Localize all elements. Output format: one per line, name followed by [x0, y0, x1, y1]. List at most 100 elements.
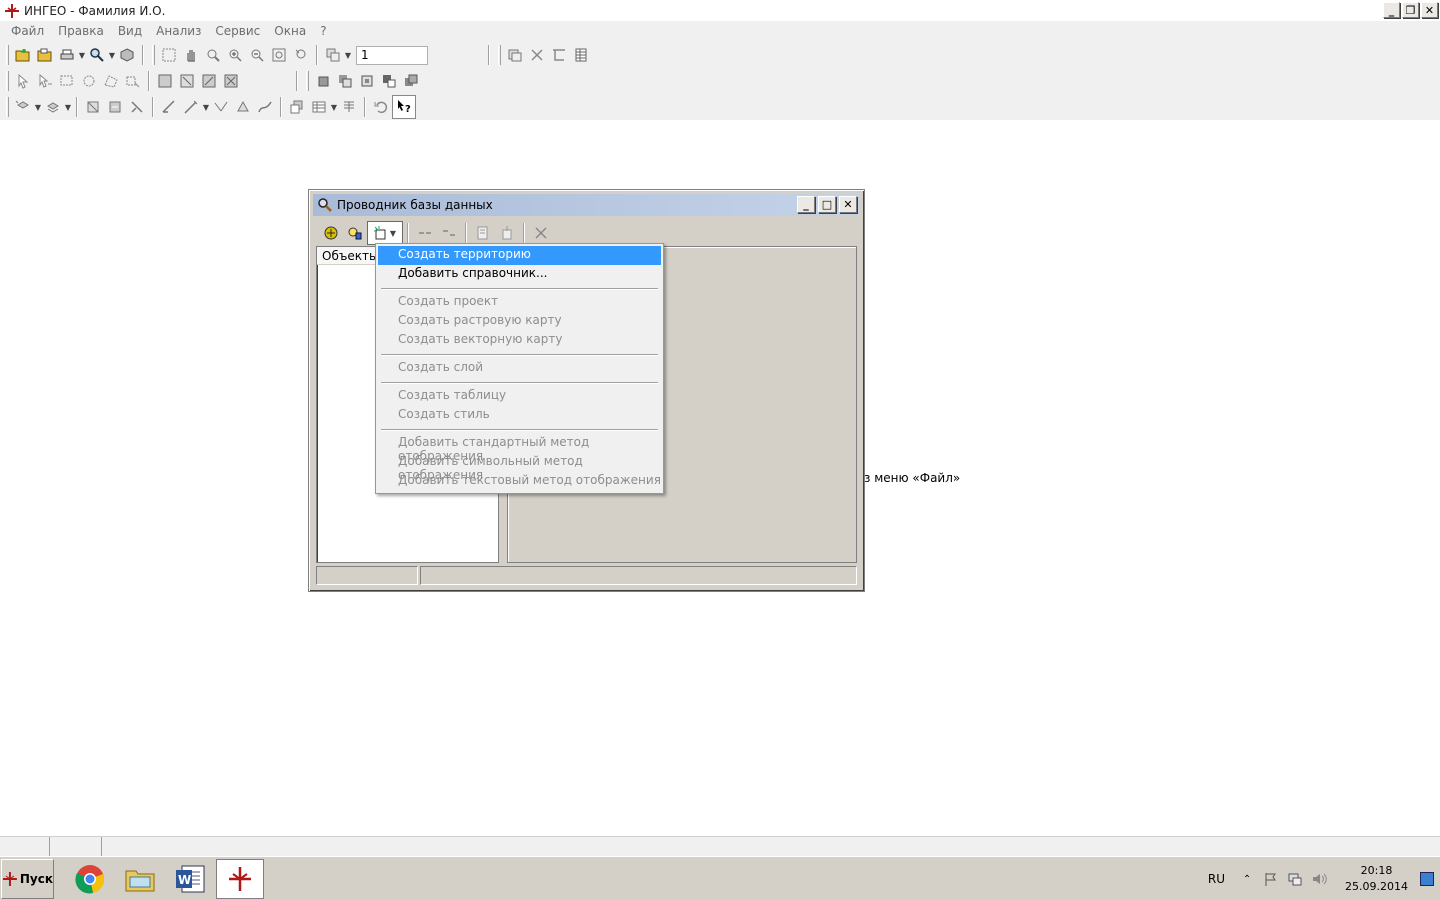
pointer-icon[interactable]	[12, 70, 34, 92]
show-desktop-button[interactable]	[1420, 872, 1434, 886]
clock[interactable]: 20:18 25.09.2014	[1345, 863, 1408, 895]
export-icon[interactable]	[495, 221, 519, 245]
taskbar-word[interactable]: W	[166, 859, 214, 899]
dialog-minimize-button[interactable]: _	[797, 196, 815, 213]
toolbar-grip[interactable]	[152, 45, 155, 65]
zoom-in-icon[interactable]	[224, 44, 246, 66]
dialog-title-bar[interactable]: Проводник базы данных _ □ ✕	[313, 194, 860, 216]
menu-analysis[interactable]: Анализ	[149, 24, 208, 38]
menu-item[interactable]: Добавить справочник...	[378, 265, 661, 284]
table-view-icon[interactable]	[308, 96, 330, 118]
print-icon[interactable]	[56, 44, 78, 66]
menu-help[interactable]: ?	[313, 24, 333, 38]
menu-service[interactable]: Сервис	[208, 24, 267, 38]
find-icon[interactable]	[86, 44, 108, 66]
pan-hand-icon[interactable]	[180, 44, 202, 66]
restore-button[interactable]: ❐	[1402, 2, 1419, 18]
select-all-icon[interactable]	[154, 70, 176, 92]
scale-icon[interactable]	[322, 44, 344, 66]
draw-line-icon[interactable]	[180, 96, 202, 118]
edit-points-icon[interactable]	[82, 96, 104, 118]
select-area-icon[interactable]	[158, 44, 180, 66]
clear-selection-icon[interactable]	[220, 70, 242, 92]
minimize-button[interactable]: _	[1383, 2, 1400, 18]
scale-input[interactable]: 1	[356, 45, 428, 65]
menu-windows[interactable]: Окна	[267, 24, 313, 38]
menu-item[interactable]: Создать территорию	[378, 246, 661, 265]
snap-icon[interactable]	[158, 96, 180, 118]
chevron-down-icon[interactable]: ▼	[330, 103, 338, 112]
new-object-icon[interactable]	[12, 96, 34, 118]
chevron-down-icon[interactable]: ▼	[344, 51, 352, 60]
show-hidden-icons-button[interactable]: ⌃	[1237, 869, 1257, 889]
zoom-previous-icon[interactable]	[290, 44, 312, 66]
dialog-maximize-button[interactable]: □	[818, 196, 836, 213]
flag-icon[interactable]	[1261, 869, 1281, 889]
delete-icon[interactable]	[529, 221, 553, 245]
menu-separator	[378, 425, 661, 434]
menu-view[interactable]: Вид	[111, 24, 149, 38]
start-button[interactable]: Пуск	[1, 858, 54, 899]
open-folder-icon[interactable]	[12, 44, 34, 66]
taskbar-explorer[interactable]	[116, 859, 164, 899]
measure-icon[interactable]	[210, 96, 232, 118]
taskbar-ingeo[interactable]	[216, 858, 264, 899]
circle-select-icon[interactable]	[78, 70, 100, 92]
arrange-icon[interactable]	[400, 70, 422, 92]
polygon-select-icon[interactable]	[100, 70, 122, 92]
remove-layer-icon[interactable]	[526, 44, 548, 66]
table-icon[interactable]	[570, 44, 592, 66]
route-icon[interactable]	[254, 96, 276, 118]
menu-file[interactable]: Файл	[4, 24, 51, 38]
split-icon[interactable]	[126, 96, 148, 118]
report-icon[interactable]	[338, 96, 360, 118]
rect-select-icon[interactable]	[56, 70, 78, 92]
send-back-icon[interactable]	[334, 70, 356, 92]
chevron-down-icon[interactable]: ▼	[64, 103, 72, 112]
connect-db-icon[interactable]	[319, 221, 343, 245]
dialog-close-button[interactable]: ✕	[839, 196, 857, 213]
properties-icon[interactable]	[471, 221, 495, 245]
open-db-icon[interactable]	[343, 221, 367, 245]
undo-icon[interactable]	[370, 96, 392, 118]
zoom-extents-icon[interactable]	[268, 44, 290, 66]
measure-area-icon[interactable]	[232, 96, 254, 118]
network-icon[interactable]	[1285, 869, 1305, 889]
new-object-2-icon[interactable]	[42, 96, 64, 118]
toolbar-grip[interactable]	[6, 97, 9, 117]
taskbar-chrome[interactable]	[66, 859, 114, 899]
language-indicator[interactable]: RU	[1208, 872, 1225, 886]
link-icon[interactable]	[413, 221, 437, 245]
cube-icon[interactable]	[116, 44, 138, 66]
bring-front-icon[interactable]	[312, 70, 334, 92]
open-project-icon[interactable]	[34, 44, 56, 66]
menu-item: Создать стиль	[398, 407, 490, 421]
new-object-dropdown-button[interactable]: ▼	[367, 221, 403, 245]
toolbar-grip[interactable]	[498, 45, 501, 65]
attributes-icon[interactable]	[286, 96, 308, 118]
close-button[interactable]: ✕	[1421, 2, 1438, 18]
zoom-frame-icon[interactable]	[202, 44, 224, 66]
chevron-down-icon[interactable]: ▼	[34, 103, 42, 112]
toolbar-grip[interactable]	[306, 71, 309, 91]
context-help-button[interactable]: ?	[392, 95, 416, 119]
volume-icon[interactable]	[1309, 869, 1329, 889]
chevron-down-icon[interactable]: ▼	[202, 103, 210, 112]
unlink-icon[interactable]	[437, 221, 461, 245]
zoom-out-icon[interactable]	[246, 44, 268, 66]
select-visible-icon[interactable]	[176, 70, 198, 92]
edit-contour-icon[interactable]	[104, 96, 126, 118]
invert-selection-icon[interactable]	[198, 70, 220, 92]
filter-icon[interactable]	[548, 44, 570, 66]
ungroup-icon[interactable]	[378, 70, 400, 92]
chevron-down-icon[interactable]: ▼	[78, 51, 86, 60]
chevron-down-icon[interactable]: ▼	[108, 51, 116, 60]
toolbar-grip[interactable]	[6, 45, 9, 65]
line-select-icon[interactable]	[122, 70, 144, 92]
toolbar-grip[interactable]	[6, 71, 9, 91]
menu-edit[interactable]: Правка	[51, 24, 111, 38]
menu-item: Добавить текстовый метод отображения	[398, 473, 661, 487]
group-icon[interactable]	[356, 70, 378, 92]
pointer-edit-icon[interactable]	[34, 70, 56, 92]
layers-icon[interactable]	[504, 44, 526, 66]
